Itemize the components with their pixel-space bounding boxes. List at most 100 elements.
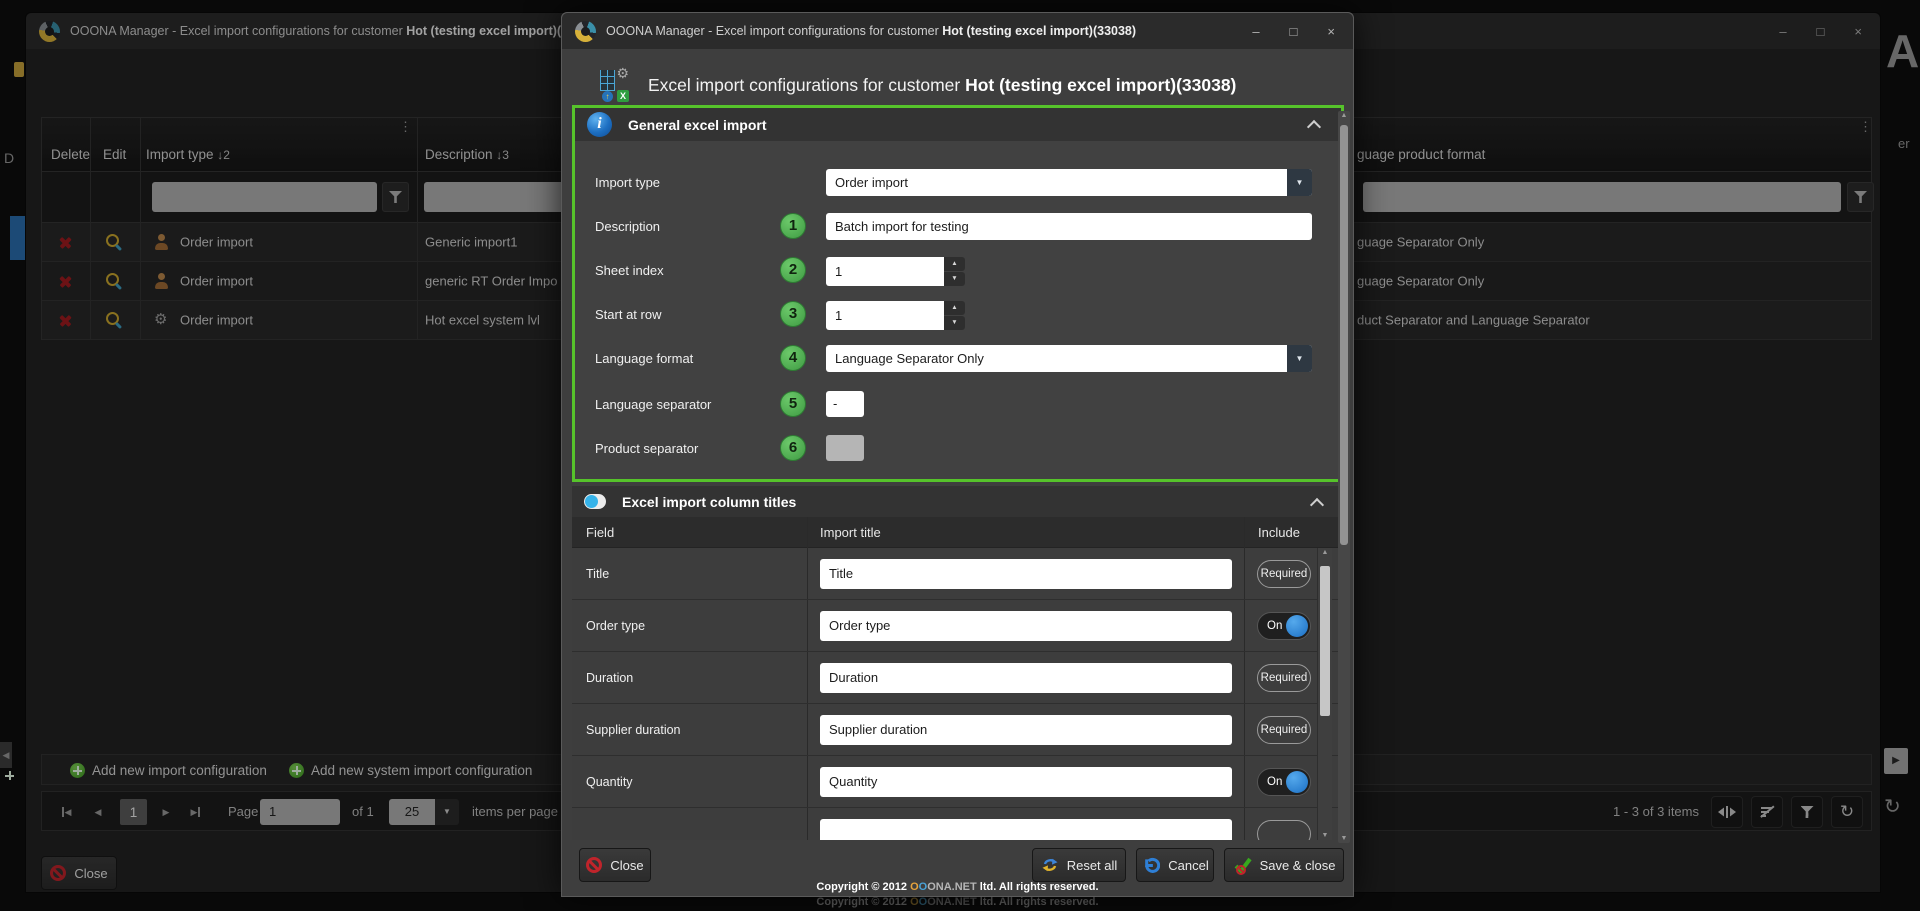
step-badge: 4 <box>780 345 806 371</box>
sheet-index-stepper[interactable]: ▲▼ <box>944 257 965 286</box>
import-title-input[interactable] <box>820 819 1232 840</box>
language-separator-input[interactable]: - <box>826 391 864 417</box>
brand-letter: O <box>910 881 919 893</box>
info-icon: i <box>587 112 612 137</box>
start-at-row-label: Start at row <box>595 307 661 322</box>
column-title-row-partial <box>572 808 1344 840</box>
supplier-duration-required-badge: Required <box>1257 716 1311 744</box>
dialog-copyright: Copyright © 2012 OOONA.NET ltd. All righ… <box>562 881 1353 893</box>
sheet-index-label: Sheet index <box>595 263 664 278</box>
language-separator-label: Language separator <box>595 397 711 412</box>
brand-text: ONA.NET <box>927 881 977 893</box>
spin-up-icon[interactable]: ▲ <box>944 301 965 315</box>
description-input[interactable]: Batch import for testing <box>826 213 1312 240</box>
column-header-include: Include <box>1258 517 1300 548</box>
title-prefix: OOONA Manager - Excel import configurati… <box>606 24 942 38</box>
table-scrollbar[interactable]: ▲ ▼ <box>1317 548 1332 840</box>
header-prefix: Excel import configurations for customer <box>648 75 965 95</box>
title-import-title-input[interactable]: Title <box>820 559 1232 589</box>
columns-section-header[interactable]: Excel import column titles <box>572 486 1344 517</box>
copyright-text: Copyright © 2012 <box>816 881 910 893</box>
maximize-button[interactable]: □ <box>1290 24 1298 39</box>
toggle-icon <box>584 494 606 509</box>
column-title-row: Supplier durationSupplier durationRequir… <box>572 704 1344 756</box>
step-badge: 5 <box>780 391 806 417</box>
language-format-dropdown[interactable]: Language Separator Only ▼ <box>826 345 1312 372</box>
step-badge: 2 <box>780 257 806 283</box>
column-header-field: Field <box>586 517 614 548</box>
scrollbar-thumb[interactable] <box>1320 566 1330 716</box>
title-customer: Hot (testing excel import)(33038) <box>942 24 1136 38</box>
minimize-button[interactable]: – <box>1252 24 1259 39</box>
toggle-label: On <box>1267 769 1282 795</box>
reset-button-label: Reset all <box>1067 858 1118 873</box>
title-required-badge: Required <box>1257 560 1311 588</box>
general-section-header[interactable]: i General excel import <box>575 108 1341 141</box>
step-badge: 6 <box>780 435 806 461</box>
chevron-down-icon[interactable]: ▼ <box>1287 169 1312 196</box>
duration-import-title-input[interactable]: Duration <box>820 663 1232 693</box>
dialog-header: ⚙↑X Excel import configurations for cust… <box>562 60 1353 110</box>
supplier-duration-import-title-input[interactable]: Supplier duration <box>820 715 1232 745</box>
column-titles-table-header: Field Import title Include <box>572 517 1344 548</box>
scroll-down-icon[interactable]: ▼ <box>1318 832 1332 839</box>
order-type-include-toggle[interactable]: On <box>1257 612 1311 640</box>
general-section: i General excel import Import type Order … <box>572 105 1344 482</box>
scroll-down-icon[interactable]: ▼ <box>1338 835 1350 842</box>
spin-down-icon[interactable]: ▼ <box>944 272 965 286</box>
column-title-row: TitleTitleRequired <box>572 548 1344 600</box>
save-and-close-button[interactable]: Save & close <box>1224 848 1344 882</box>
screen: D ◀ A er ▶ ↻ Copyright © 2012 OOONA.NET … <box>0 0 1920 911</box>
cancel-button-label: Cancel <box>1168 858 1208 873</box>
scroll-up-icon[interactable]: ▲ <box>1338 112 1350 119</box>
spin-down-icon[interactable]: ▼ <box>944 316 965 330</box>
quantity-include-toggle[interactable]: On <box>1257 768 1311 796</box>
description-label: Description <box>595 219 660 234</box>
dialog-header-text: Excel import configurations for customer… <box>648 75 1236 96</box>
scroll-up-icon[interactable]: ▲ <box>1318 549 1332 556</box>
field-label: Order type <box>586 600 645 652</box>
column-title-row: Order type Order type On <box>572 600 1344 652</box>
reset-all-button[interactable]: Reset all <box>1032 848 1126 882</box>
toggle-knob <box>1286 771 1308 793</box>
brand-letter: O <box>919 881 928 893</box>
sheet-index-input[interactable]: 1 <box>826 257 944 286</box>
close-dialog-button[interactable]: × <box>1327 24 1335 39</box>
import-type-dropdown[interactable]: Order import ▼ <box>826 169 1312 196</box>
product-separator-input <box>826 435 864 461</box>
ooona-logo-icon <box>575 21 596 42</box>
start-at-row-stepper[interactable]: ▲▼ <box>944 301 965 330</box>
start-at-row-input[interactable]: 1 <box>826 301 944 330</box>
step-badge: 3 <box>780 301 806 327</box>
cancel-button[interactable]: Cancel <box>1136 848 1214 882</box>
dialog-title: OOONA Manager - Excel import configurati… <box>606 24 1136 38</box>
collapse-chevron-icon[interactable] <box>1307 120 1321 134</box>
column-header-import-title: Import title <box>820 517 881 548</box>
duration-required-badge: Required <box>1257 664 1311 692</box>
column-titles-table: Field Import title Include TitleTitleReq… <box>572 517 1344 840</box>
selected-value: Order import <box>835 169 908 196</box>
toggle-label: On <box>1267 613 1282 639</box>
header-customer: Hot (testing excel import)(33038) <box>965 75 1236 95</box>
import-type-label: Import type <box>595 175 660 190</box>
spin-up-icon[interactable]: ▲ <box>944 257 965 271</box>
scrollbar-thumb[interactable] <box>1340 125 1348 545</box>
quantity-import-title-input[interactable]: Quantity <box>820 767 1232 797</box>
close-button[interactable]: Close <box>579 848 651 882</box>
chevron-down-icon[interactable]: ▼ <box>1287 345 1312 372</box>
order-type-import-title-input[interactable]: Order type <box>820 611 1232 641</box>
save-button-label: Save & close <box>1260 858 1336 873</box>
dialog-titlebar: OOONA Manager - Excel import configurati… <box>562 13 1353 49</box>
language-format-label: Language format <box>595 351 693 366</box>
collapse-chevron-icon[interactable] <box>1310 498 1324 512</box>
save-check-icon <box>1233 857 1252 874</box>
excel-import-icon: ⚙↑X <box>600 69 630 102</box>
include-badge <box>1257 820 1311 840</box>
dialog-scrollbar[interactable]: ▲ ▼ <box>1338 111 1350 843</box>
reset-icon <box>1041 856 1059 874</box>
selected-value: Language Separator Only <box>835 345 984 372</box>
column-titles-rows: TitleTitleRequiredOrder typeOrder typeOn… <box>572 548 1344 840</box>
field-label: Duration <box>586 652 633 704</box>
undo-icon <box>1141 856 1160 875</box>
product-separator-label: Product separator <box>595 441 698 456</box>
